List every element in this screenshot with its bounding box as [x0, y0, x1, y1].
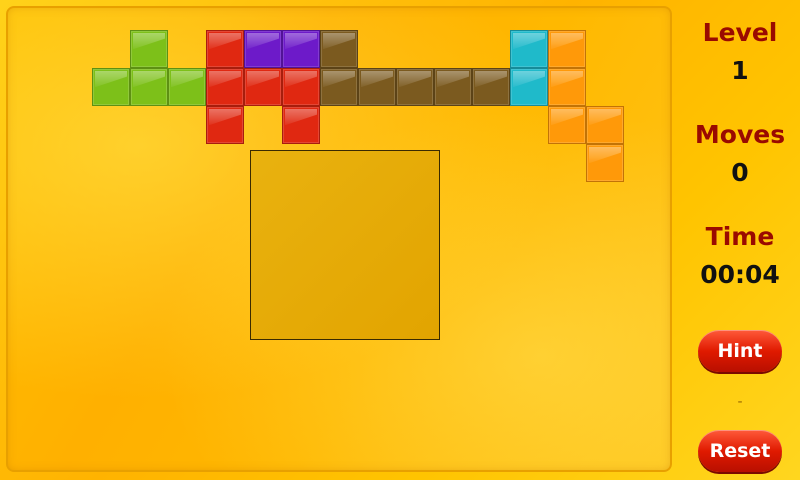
brown-piece-cell[interactable] — [358, 68, 396, 106]
hint-button[interactable]: Hint — [698, 330, 782, 372]
purple-piece-cell[interactable] — [244, 30, 282, 68]
orange-piece-cell[interactable] — [586, 106, 624, 144]
red-piece-cell[interactable] — [206, 106, 244, 144]
red-piece-cell[interactable] — [282, 106, 320, 144]
time-label: Time — [705, 222, 775, 251]
level-value: 1 — [731, 56, 749, 85]
purple-piece-cell[interactable] — [282, 30, 320, 68]
brown-piece-cell[interactable] — [472, 68, 510, 106]
orange-piece-cell[interactable] — [586, 144, 624, 182]
game-board — [6, 6, 672, 472]
red-piece-cell[interactable] — [206, 30, 244, 68]
separator: - — [737, 394, 743, 410]
orange-piece-cell[interactable] — [548, 30, 586, 68]
cyan-piece-cell[interactable] — [510, 30, 548, 68]
brown-piece-cell[interactable] — [434, 68, 472, 106]
green-piece-cell[interactable] — [92, 68, 130, 106]
brown-piece-cell[interactable] — [320, 30, 358, 68]
reset-button[interactable]: Reset — [698, 430, 782, 472]
orange-piece-cell[interactable] — [548, 106, 586, 144]
orange-piece-cell[interactable] — [548, 68, 586, 106]
moves-label: Moves — [694, 120, 786, 149]
level-label: Level — [702, 18, 778, 47]
moves-value: 0 — [731, 158, 749, 187]
time-value: 00:04 — [700, 260, 780, 289]
brown-piece-cell[interactable] — [320, 68, 358, 106]
green-piece-cell[interactable] — [130, 30, 168, 68]
green-piece-cell[interactable] — [130, 68, 168, 106]
cyan-piece-cell[interactable] — [510, 68, 548, 106]
brown-piece-cell[interactable] — [396, 68, 434, 106]
red-piece-cell[interactable] — [244, 68, 282, 106]
red-piece-cell[interactable] — [282, 68, 320, 106]
target-area[interactable] — [250, 150, 440, 340]
green-piece-cell[interactable] — [168, 68, 206, 106]
side-panel: Level 1 Moves 0 Time 00:04 Hint - Reset — [680, 0, 800, 480]
red-piece-cell[interactable] — [206, 68, 244, 106]
